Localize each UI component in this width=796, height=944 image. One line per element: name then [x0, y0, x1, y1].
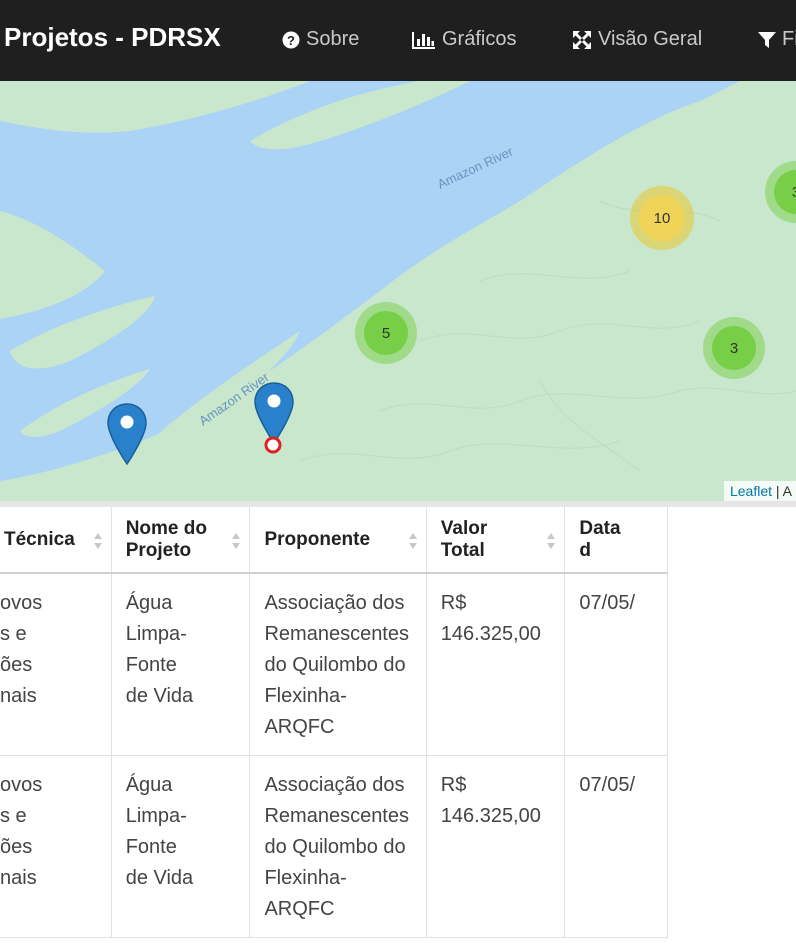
table-row[interactable]: ovos s e ões nais Água Limpa- Fonte de Vida …: [0, 755, 668, 938]
cell-valor-total: R$ 146.325,00: [426, 573, 566, 756]
cell-proponente: Associação dos Remanescentes do Quilombo d…: [249, 755, 427, 938]
map-attribution: Leaflet | A: [723, 481, 796, 501]
cell-line: Remanescentes: [264, 623, 409, 645]
nav-visao-geral[interactable]: Visão Geral: [572, 28, 702, 51]
cell-nome-projeto: Água Limpa- Fonte de Vida: [111, 755, 251, 938]
cell-line: Associação dos: [264, 774, 405, 796]
cell-line: Água Limpa- Fonte: [125, 774, 187, 858]
cell-line: Remanescentes: [264, 805, 409, 827]
column-header-nome-projeto[interactable]: Nome do Projeto: [111, 507, 251, 574]
cell-line: ARQFC: [264, 898, 335, 920]
svg-text:?: ?: [287, 33, 295, 48]
cell-line: Flexinha-: [264, 685, 347, 707]
map[interactable]: Amazon River Amazon River 10 5 3 3 Leafl…: [0, 81, 796, 501]
projects-table-container: Técnica Nome do Projeto Proponente Valor…: [0, 501, 796, 944]
cell-line: s e: [0, 623, 27, 645]
nav-graficos-label: Gráficos: [442, 28, 517, 50]
cell-line: ões: [0, 836, 33, 858]
column-header-tecnica[interactable]: Técnica: [0, 507, 112, 574]
filter-icon: [758, 31, 776, 48]
navbar: Projetos - PDRSX ? Sobre Gráficos Visão …: [0, 0, 796, 81]
cell-line: nais: [0, 685, 37, 707]
cell-line: Água Limpa- Fonte: [125, 592, 187, 676]
cell-line: ovos: [0, 774, 43, 796]
nav-filtros-label: Fi: [782, 28, 796, 50]
expand-arrows-icon: [573, 30, 591, 49]
sort-icon: [93, 533, 102, 549]
cell-data: 07/05/: [564, 755, 668, 938]
cell-nome-projeto: Água Limpa- Fonte de Vida: [111, 573, 251, 756]
cell-line: Associação dos: [264, 592, 405, 614]
cluster-count: 5: [364, 311, 408, 355]
cell-line: de Vida: [125, 685, 194, 707]
marker-cluster-5[interactable]: 5: [355, 302, 417, 364]
sort-icon: [547, 533, 556, 549]
brand-title[interactable]: Projetos - PDRSX: [4, 22, 221, 53]
table-row[interactable]: ovos s e ões nais Água Limpa- Fonte de Vida …: [0, 573, 668, 756]
nav-visao-geral-label: Visão Geral: [598, 28, 703, 50]
question-circle-icon: ?: [282, 31, 300, 48]
column-header-label: Valor Total: [440, 517, 488, 561]
column-header-label: Proponente: [264, 528, 371, 550]
cell-tecnica: ovos s e ões nais: [0, 755, 112, 938]
cluster-count: 10: [639, 195, 685, 241]
projects-table: Técnica Nome do Projeto Proponente Valor…: [0, 507, 668, 938]
cell-line: ovos: [0, 592, 43, 614]
cell-line: ARQFC: [264, 716, 335, 738]
nav-graficos[interactable]: Gráficos: [412, 28, 516, 51]
nav-sobre[interactable]: ? Sobre: [282, 28, 359, 51]
column-header-data[interactable]: Data d: [564, 507, 668, 574]
cell-line: do Quilombo do: [264, 836, 406, 858]
column-header-label: Data d: [579, 517, 621, 561]
table-header-row: Técnica Nome do Projeto Proponente Valor…: [0, 507, 668, 574]
cell-line: Flexinha-: [264, 867, 347, 889]
cell-line: ões: [0, 654, 33, 676]
cell-line: nais: [0, 867, 37, 889]
cell-data: 07/05/: [564, 573, 668, 756]
column-header-proponente[interactable]: Proponente: [249, 507, 427, 574]
column-header-valor-total[interactable]: Valor Total: [426, 507, 566, 574]
column-header-label: Nome do Projeto: [125, 517, 207, 561]
attribution-rest: | A: [772, 483, 792, 499]
cell-tecnica: ovos s e ões nais: [0, 573, 112, 756]
column-header-label: Técnica: [4, 528, 75, 550]
cell-proponente: Associação dos Remanescentes do Quilombo d…: [249, 573, 427, 756]
leaflet-link[interactable]: Leaflet: [730, 483, 772, 499]
marker-cluster-10[interactable]: 10: [630, 186, 694, 250]
cell-line: de Vida: [125, 867, 194, 889]
cell-valor-total: R$ 146.325,00: [426, 755, 566, 938]
cluster-count: 3: [774, 170, 796, 214]
marker-cluster-3[interactable]: 3: [703, 317, 765, 379]
sort-icon: [408, 533, 417, 549]
cell-line: s e: [0, 805, 27, 827]
nav-filtros[interactable]: Fi: [758, 28, 796, 51]
bar-chart-icon: [412, 31, 435, 49]
cell-line: do Quilombo do: [264, 654, 406, 676]
map-pin-icon[interactable]: [106, 402, 148, 466]
nav-sobre-label: Sobre: [306, 28, 360, 50]
cluster-count: 3: [712, 326, 756, 370]
selected-point-marker[interactable]: [263, 435, 283, 455]
sort-icon: [232, 533, 241, 549]
